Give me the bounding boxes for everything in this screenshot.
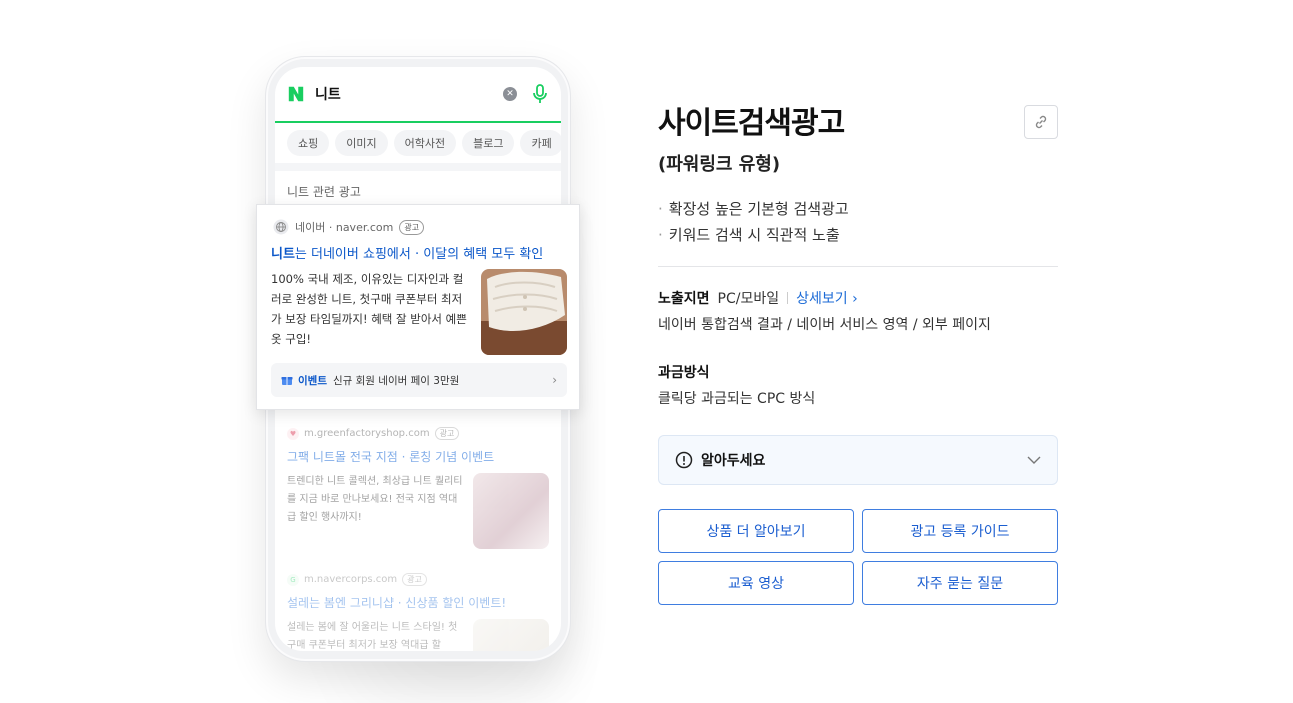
link-icon: [1035, 115, 1047, 129]
billing-label: 과금방식: [658, 365, 710, 381]
ad-title[interactable]: 설레는 봄엔 그리니샵 · 신상품 할인 이벤트!: [287, 594, 549, 611]
copy-link-button[interactable]: [1024, 105, 1058, 139]
featured-ad-card[interactable]: 네이버 · naver.com 광고 니트는 더네이버 쇼핑에서 · 이달의 혜…: [256, 204, 580, 410]
ad-title-rest: 는 더네이버 쇼핑에서 · 이달의 혜택 모두 확인: [294, 247, 544, 262]
page-title: 사이트검색광고: [658, 106, 845, 141]
globe-icon: [273, 219, 289, 235]
ad-badge: 광고: [399, 219, 425, 235]
detail-link[interactable]: 상세보기 ›: [796, 288, 858, 308]
ad-title[interactable]: 그팩 니트몰 전국 지점 · 론칭 기념 이벤트: [287, 448, 549, 465]
ad-title-keyword: 니트: [271, 247, 295, 262]
ad-badge: 광고: [402, 573, 427, 586]
search-tabs: 쇼핑 이미지 어학사전 블로그 카페: [275, 123, 561, 163]
search-bar[interactable]: 니트 ✕: [275, 67, 561, 123]
event-text: 신규 회원 네이버 페이 3만원: [332, 374, 460, 387]
billing-description: 클릭당 과금되는 CPC 방식: [658, 391, 816, 407]
feature-item: 확장성 높은 기본형 검색광고: [658, 196, 849, 222]
tab-dictionary[interactable]: 어학사전: [393, 130, 457, 156]
ad-title[interactable]: 니트는 더네이버 쇼핑에서 · 이달의 혜택 모두 확인: [271, 243, 543, 262]
chevron-right-icon: ›: [552, 373, 557, 387]
chevron-down-icon: [1027, 456, 1041, 464]
faq-button[interactable]: 자주 묻는 질문: [862, 561, 1058, 605]
ad-description: 트렌디한 니트 콜렉션, 최상급 니트 퀄리티를 지금 바로 만나보세요! 전국…: [287, 476, 463, 523]
clear-icon[interactable]: ✕: [503, 87, 517, 101]
mic-icon[interactable]: [531, 84, 549, 104]
feature-list: 확장성 높은 기본형 검색광고 키워드 검색 시 직관적 노출: [658, 196, 849, 248]
gift-icon: [281, 377, 293, 385]
ad-thumbnail[interactable]: [481, 269, 567, 355]
divider: [658, 266, 1058, 267]
ad-thumbnail[interactable]: [473, 473, 549, 549]
event-label: 이벤트: [298, 374, 327, 387]
feature-item: 키워드 검색 시 직관적 노출: [658, 222, 849, 248]
event-bar[interactable]: 이벤트 신규 회원 네이버 페이 3만원 ›: [271, 363, 567, 397]
registration-guide-button[interactable]: 광고 등록 가이드: [862, 509, 1058, 553]
naver-logo-icon: [288, 86, 304, 102]
tab-cafe[interactable]: 카페: [520, 130, 561, 156]
ad-section-header: 니트 관련 광고: [287, 185, 361, 199]
education-video-button[interactable]: 교육 영상: [658, 561, 854, 605]
page-subtitle: (파워링크 유형): [658, 154, 781, 175]
learn-more-button[interactable]: 상품 더 알아보기: [658, 509, 854, 553]
ad-description: 설레는 봄에 잘 어울리는 니트 스타일! 첫 구매 쿠폰부터 최저가 보장 역…: [287, 622, 458, 651]
ad-description: 100% 국내 제조, 이유있는 디자인과 컬러로 완성한 니트, 첫구매 쿠폰…: [271, 272, 467, 346]
tab-blog[interactable]: 블로그: [462, 130, 515, 156]
search-query[interactable]: 니트: [315, 84, 503, 104]
g-favicon-icon: G: [287, 573, 299, 586]
ad-badge: 광고: [434, 427, 460, 440]
ad-result-3[interactable]: G m.navercorps.com 광고 설레는 봄엔 그리니샵 · 신상품 …: [287, 573, 549, 651]
exclamation-icon: [675, 451, 693, 469]
exposure-row: 노출지면 PC/모바일 상세보기 ›: [658, 288, 858, 308]
ad-thumbnail[interactable]: [473, 619, 549, 651]
ad-site: m.navercorps.com: [304, 574, 398, 585]
tab-shopping[interactable]: 쇼핑: [287, 130, 330, 156]
ad-result-2[interactable]: ♥ m.greenfactoryshop.com 광고 그팩 니트몰 전국 지점…: [287, 427, 549, 549]
notice-accordion[interactable]: 알아두세요: [658, 435, 1058, 485]
ad-site: 네이버 · naver.com: [295, 221, 394, 234]
tab-images[interactable]: 이미지: [335, 130, 388, 156]
exposure-value: PC/모바일: [717, 291, 780, 307]
separator: [787, 292, 789, 304]
notice-title: 알아두세요: [701, 453, 766, 469]
exposure-label: 노출지면: [658, 291, 710, 307]
heart-favicon-icon: ♥: [287, 427, 299, 440]
ad-site: m.greenfactoryshop.com: [304, 428, 430, 439]
exposure-description: 네이버 통합검색 결과 / 네이버 서비스 영역 / 외부 페이지: [658, 317, 991, 333]
